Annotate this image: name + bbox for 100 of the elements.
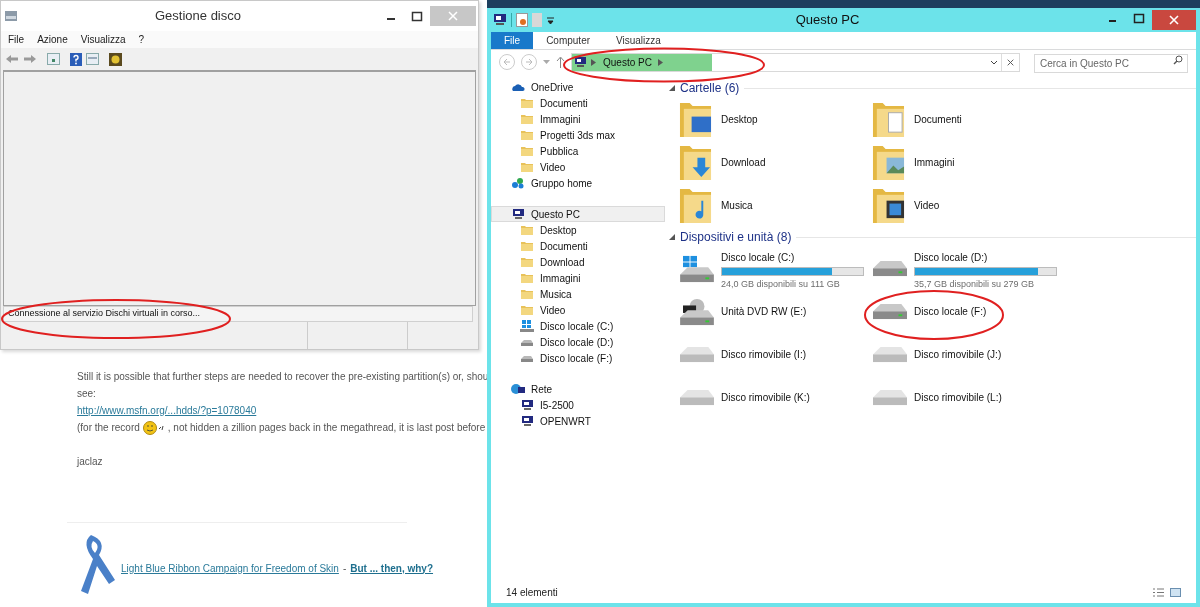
network-icon [511, 383, 525, 395]
item-tile[interactable]: Disco rimovibile (I:) [679, 333, 872, 376]
nav-item[interactable]: Gruppo home [491, 175, 665, 191]
nav-item[interactable]: Desktop [491, 222, 665, 238]
item-tile[interactable]: Musica [679, 184, 872, 227]
nav-label: Documenti [540, 96, 588, 111]
post-text: , not hidden a zillion pages back in the megathread, it is last post before [167, 421, 486, 435]
nav-item[interactable]: Disco locale (D:) [491, 334, 665, 350]
nav-item[interactable]: Pubblica [491, 143, 665, 159]
menu-item[interactable]: Visualizza [80, 32, 126, 47]
computer-icon[interactable] [493, 14, 507, 26]
item-label: Unità DVD RW (E:) [721, 305, 807, 319]
nav-item[interactable]: I5-2500 [491, 397, 665, 413]
dvd-drive-icon [679, 297, 715, 326]
nav-label: Progetti 3ds max [540, 128, 616, 143]
nav-label: Disco locale (D:) [540, 335, 614, 350]
nav-item[interactable]: OPENWRT [491, 413, 665, 429]
campaign-link[interactable]: Light Blue Ribbon Campaign for Freedom of Skin [121, 559, 339, 577]
item-tile[interactable]: Disco rimovibile (J:) [872, 333, 1065, 376]
free-space-text: 35,7 GB disponibili su 279 GB [914, 278, 1036, 291]
nav-label: Video [540, 303, 566, 318]
item-tile[interactable]: Unità DVD RW (E:) [679, 290, 872, 333]
post-link[interactable]: http://www.msfn.org/...hdds/?p=1078040 [77, 402, 257, 419]
details-view-icon[interactable] [1153, 587, 1164, 597]
nav-item[interactable]: Immagini [491, 111, 665, 127]
nav-item[interactable]: Progetti 3ds max [491, 127, 665, 143]
collapse-icon[interactable] [669, 234, 675, 240]
cloud-icon [511, 81, 525, 93]
item-label: Disco locale (F:) [914, 305, 987, 319]
hard-drive-icon [872, 260, 908, 277]
item-tile[interactable]: Disco locale (F:) [872, 290, 1065, 333]
up-arrow-icon[interactable] [556, 56, 565, 68]
item-label: Musica [721, 199, 753, 213]
menu-item[interactable]: File [8, 32, 25, 47]
menu-item[interactable]: ? [138, 32, 145, 47]
status-text: Connessione al servizio Dischi virtuali in corso... [8, 307, 201, 321]
nav-item[interactable]: Disco locale (F:) [491, 350, 665, 366]
nav-label: Gruppo home [531, 176, 593, 191]
menu-item[interactable]: Azione [37, 32, 68, 47]
nav-item[interactable]: OneDrive [491, 79, 665, 95]
nav-item[interactable]: Rete [491, 381, 665, 397]
removable-drive-icon [679, 389, 715, 406]
computer-icon [574, 56, 587, 68]
tiles-view-icon[interactable] [1170, 587, 1181, 597]
nav-item[interactable]: Immagini [491, 270, 665, 286]
ribbon-tab[interactable]: Computer [533, 32, 604, 49]
properties-icon[interactable] [516, 13, 528, 27]
chevron-icon[interactable] [657, 58, 663, 66]
item-tile[interactable]: Disco rimovibile (L:) [872, 376, 1065, 419]
item-tile[interactable]: Documenti [872, 98, 1065, 141]
back-arrow-icon[interactable] [5, 54, 19, 64]
ribbon-tab[interactable]: File [491, 32, 534, 49]
item-tile[interactable]: Disco locale (C:) 24,0 GB disponibili su 111 GB [679, 247, 872, 290]
item-label: Documenti [914, 113, 962, 127]
homegroup-icon [511, 177, 525, 189]
nav-label: OneDrive [531, 80, 574, 95]
nav-item[interactable]: Documenti [491, 238, 665, 254]
console-icon[interactable] [47, 53, 60, 65]
section-header[interactable]: Dispositivi e unità (8) [680, 228, 792, 246]
forward-arrow-icon[interactable] [23, 54, 37, 64]
ribbon-tab[interactable]: Visualizza [603, 32, 674, 49]
nav-label: Immagini [540, 112, 581, 127]
computer-icon [511, 208, 525, 220]
section-header[interactable]: Cartelle (6) [680, 79, 740, 97]
item-label: Disco rimovibile (I:) [721, 348, 806, 362]
computer-icon [520, 399, 534, 411]
address-bar[interactable]: Questo PC [571, 52, 1020, 72]
help-icon[interactable] [70, 52, 82, 66]
nav-item[interactable]: Download [491, 254, 665, 270]
nav-label: Immagini [540, 271, 581, 286]
nav-item[interactable]: Video [491, 159, 665, 175]
dropdown-icon[interactable] [546, 15, 555, 25]
chevron-icon[interactable] [591, 58, 596, 66]
nav-label: Documenti [540, 239, 588, 254]
search-icon[interactable] [1173, 55, 1183, 65]
item-tile[interactable]: Disco locale (D:) 35,7 GB disponibili su 279 GB [872, 247, 1065, 290]
item-label: Disco locale (D:) [914, 251, 989, 265]
signature: jaclaz [77, 455, 104, 469]
item-label: Disco locale (C:) [721, 251, 796, 265]
collapse-icon[interactable] [669, 85, 675, 91]
item-tile[interactable]: Video [872, 184, 1065, 227]
nav-item[interactable]: Questo PC [491, 206, 665, 222]
nav-item[interactable]: Documenti [491, 95, 665, 111]
nav-label: OPENWRT [540, 414, 591, 429]
item-tile[interactable]: Immagini [872, 141, 1065, 184]
nav-label: Video [540, 160, 566, 175]
caret-icon[interactable] [543, 59, 550, 65]
nav-label: Musica [540, 287, 572, 302]
why-link[interactable]: But ... then, why? [350, 559, 434, 577]
nav-item[interactable]: Disco locale (C:) [491, 318, 665, 334]
nav-label: Pubblica [540, 144, 579, 159]
window-title: Questo PC [794, 11, 861, 30]
separator-text: - [342, 561, 347, 576]
nav-item[interactable]: Video [491, 302, 665, 318]
nav-item[interactable]: Musica [491, 286, 665, 302]
item-tile[interactable]: Desktop [679, 98, 872, 141]
item-tile[interactable]: Download [679, 141, 872, 184]
item-tile[interactable]: Disco rimovibile (K:) [679, 376, 872, 419]
search-field[interactable]: Cerca in Questo PC [1034, 54, 1188, 73]
properties-icon[interactable] [109, 52, 122, 66]
